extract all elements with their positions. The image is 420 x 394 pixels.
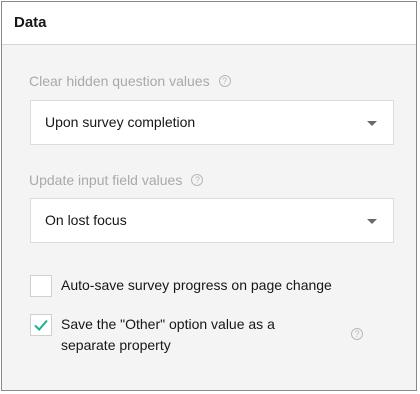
other-value-label: Save the "Other" option value as a separ… — [61, 314, 275, 356]
question-circle-icon[interactable]: ? — [218, 75, 231, 87]
clear-hidden-label-row: Clear hidden question values ? — [29, 73, 231, 89]
update-input-label-row: Update input field values ? — [29, 172, 204, 188]
other-value-checkbox[interactable] — [30, 314, 52, 336]
question-circle-icon[interactable]: ? — [191, 174, 204, 186]
chevron-down-icon — [367, 121, 377, 126]
checkmark-icon — [34, 319, 48, 331]
update-input-dropdown[interactable]: On lost focus — [30, 198, 394, 243]
panel-content: Clear hidden question values ? Upon surv… — [2, 45, 416, 390]
other-value-label-line2: separate property — [61, 337, 171, 353]
clear-hidden-value: Upon survey completion — [45, 114, 196, 130]
update-input-value: On lost focus — [45, 212, 127, 228]
chevron-down-icon — [367, 219, 377, 224]
clear-hidden-dropdown[interactable]: Upon survey completion — [30, 100, 394, 145]
panel-header[interactable]: Data — [2, 2, 416, 45]
autosave-row[interactable]: Auto-save survey progress on page change — [30, 275, 332, 297]
panel-title: Data — [14, 14, 47, 31]
clear-hidden-label: Clear hidden question values — [29, 73, 210, 89]
question-circle-icon[interactable]: ? — [351, 328, 363, 340]
other-value-row[interactable]: Save the "Other" option value as a separ… — [30, 314, 275, 356]
autosave-checkbox[interactable] — [30, 275, 52, 297]
data-panel: Data Clear hidden question values ? Upon… — [1, 1, 417, 391]
other-value-label-line1: Save the "Other" option value as a — [61, 316, 275, 332]
autosave-label: Auto-save survey progress on page change — [61, 277, 332, 293]
update-input-label: Update input field values — [29, 172, 183, 188]
